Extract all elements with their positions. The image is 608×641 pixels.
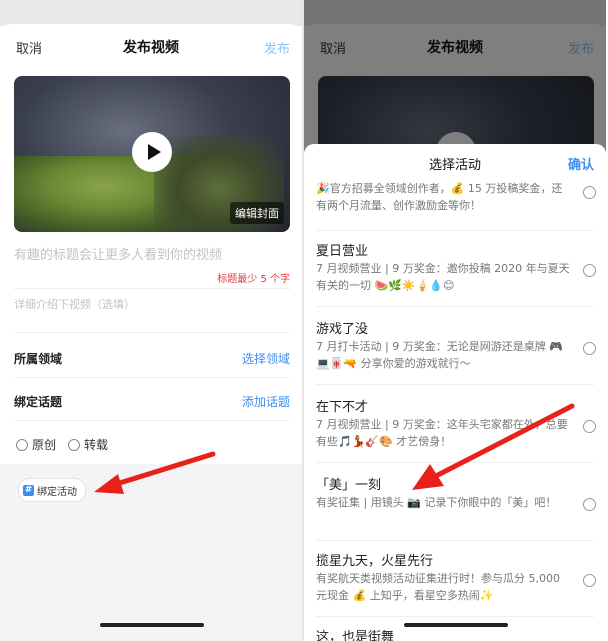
- title-length-hint: 标题最少 5 个字: [217, 274, 290, 285]
- activity-desc: 有奖征集 | 用镜头 📷 记录下你眼中的「美」吧！: [316, 496, 557, 509]
- activity-radio[interactable]: [583, 264, 596, 277]
- divider: [316, 540, 594, 541]
- activity-item[interactable]: 🎉官方招募全领域创作者，💰 15 万投稿奖金，还有两个月流量、创作激励金等你！: [304, 180, 606, 230]
- topic-label: 绑定话题: [14, 395, 63, 409]
- confirm-button[interactable]: 确认: [568, 154, 594, 173]
- divider: [316, 230, 594, 231]
- original-radio-label[interactable]: 原创: [32, 436, 56, 453]
- select-domain-button[interactable]: 选择领域: [242, 350, 290, 367]
- activity-name: 揽星九天，火星先行: [316, 554, 434, 569]
- repost-radio[interactable]: [68, 438, 81, 451]
- activity-desc: 🎉官方招募全领域创作者，💰 15 万投稿奖金，还有两个月流量、创作激励金等你！: [316, 182, 563, 212]
- activity-item[interactable]: 这，也是街舞: [304, 626, 606, 641]
- page-title: 发布视频: [123, 40, 179, 56]
- divider: [316, 384, 594, 385]
- description-input[interactable]: 详细介绍下视频（选填）: [14, 296, 135, 312]
- source-type-group: 原创 转载: [16, 436, 120, 453]
- home-indicator: [404, 623, 508, 627]
- title-input[interactable]: 有趣的标题会让更多人看到你的视频: [14, 244, 222, 263]
- play-icon: [148, 144, 161, 160]
- divider: [14, 332, 290, 333]
- activity-sheet: 选择活动 确认 🎉官方招募全领域创作者，💰 15 万投稿奖金，还有两个月流量、创…: [304, 144, 606, 641]
- activity-desc: 7 月打卡活动 | 9 万奖金：无论是网游还是桌牌 🎮💻🀄🔫 分享你爱的游戏就行…: [316, 340, 563, 370]
- activity-radio[interactable]: [583, 420, 596, 433]
- original-radio[interactable]: [16, 438, 28, 451]
- repost-radio-label[interactable]: 转载: [84, 436, 108, 453]
- sheet-title: 选择活动: [428, 158, 481, 173]
- activity-item[interactable]: 在下不才 7 月视频营业 | 9 万奖金：这年头宅家都在外，总要有些🎵💃🎸🎨 才…: [304, 396, 606, 458]
- edit-cover-button[interactable]: 编辑封面: [230, 202, 284, 224]
- activity-desc: 7 月视频营业 | 9 万奖金：这年头宅家都在外，总要有些🎵💃🎸🎨 才艺傍身！: [316, 418, 568, 448]
- divider: [14, 288, 290, 289]
- activity-item[interactable]: 夏日营业 7 月视频营业 | 9 万奖金：邀你投稿 2020 年与夏天有关的一切…: [304, 240, 606, 302]
- divider: [14, 420, 290, 421]
- activity-name: 在下不才: [316, 400, 369, 415]
- activity-radio[interactable]: [583, 186, 596, 199]
- activity-name: 这，也是街舞: [316, 630, 395, 641]
- bind-activity-label: 绑定活动: [37, 486, 77, 498]
- publish-video-screen: 取消 发布视频 发布 编辑封面 有趣的标题会让更多人看到你的视频 标题最少 5 …: [0, 0, 302, 641]
- play-button[interactable]: [132, 132, 172, 172]
- activity-radio[interactable]: [583, 498, 596, 511]
- header: 取消 发布视频 发布: [0, 24, 302, 68]
- divider: [316, 616, 594, 617]
- activity-desc: 有奖航天类视频活动征集进行时！参与瓜分 5,000 元现金 💰 上知乎，看星空多…: [316, 572, 560, 602]
- activity-item[interactable]: 游戏了没 7 月打卡活动 | 9 万奖金：无论是网游还是桌牌 🎮💻🀄🔫 分享你爱…: [304, 318, 606, 380]
- divider: [14, 377, 290, 378]
- select-activity-screen: 取消 发布视频 发布 选择活动 确认 🎉官方招募全领域创作者，💰 15 万投稿奖…: [304, 0, 606, 641]
- status-area: [0, 0, 302, 26]
- activity-name: 「美」一刻: [316, 478, 382, 493]
- publish-button[interactable]: 发布: [264, 38, 290, 57]
- activity-radio[interactable]: [583, 342, 596, 355]
- domain-label: 所属领域: [14, 352, 63, 366]
- activity-name: 夏日营业: [316, 244, 369, 259]
- divider: [316, 462, 594, 463]
- add-topic-button[interactable]: 添加话题: [242, 393, 290, 410]
- video-preview[interactable]: 编辑封面: [14, 76, 290, 232]
- activity-desc: 7 月视频营业 | 9 万奖金：邀你投稿 2020 年与夏天有关的一切 🍉🌿☀️…: [316, 262, 570, 292]
- hashtag-icon: #: [23, 484, 34, 496]
- activity-item[interactable]: 揽星九天，火星先行 有奖航天类视频活动征集进行时！参与瓜分 5,000 元现金 …: [304, 550, 606, 612]
- activity-item[interactable]: 「美」一刻 有奖征集 | 用镜头 📷 记录下你眼中的「美」吧！: [304, 474, 606, 536]
- activity-name: 游戏了没: [316, 322, 369, 337]
- home-indicator: [100, 623, 204, 627]
- bind-activity-button[interactable]: # 绑定活动: [18, 478, 86, 502]
- divider: [316, 306, 594, 307]
- activity-radio[interactable]: [583, 574, 596, 587]
